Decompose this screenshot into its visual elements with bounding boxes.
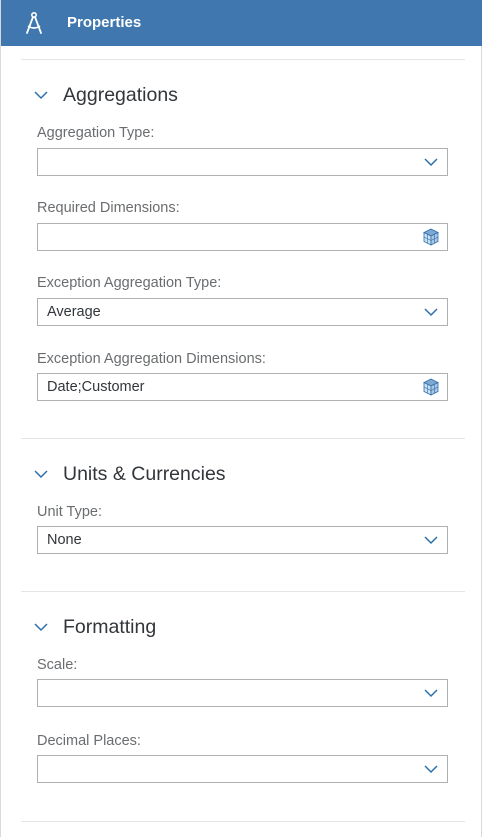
divider bbox=[21, 438, 465, 439]
properties-panel: Properties Aggregations Aggregation Type… bbox=[0, 0, 482, 837]
divider bbox=[21, 59, 465, 60]
panel-title: Properties bbox=[67, 14, 142, 31]
divider bbox=[21, 821, 465, 822]
section-toggle-formatting[interactable]: Formatting bbox=[33, 614, 156, 640]
unit-type-value: None bbox=[47, 532, 82, 548]
aggregation-type-select[interactable] bbox=[37, 148, 448, 176]
section-toggle-units[interactable]: Units & Currencies bbox=[33, 461, 226, 487]
exception-aggregation-type-label: Exception Aggregation Type: bbox=[37, 275, 222, 291]
unit-type-select[interactable]: None bbox=[37, 526, 448, 554]
chevron-down-icon[interactable] bbox=[421, 760, 441, 778]
decimal-places-label: Decimal Places: bbox=[37, 733, 141, 749]
exception-aggregation-dimensions-value: Date;Customer bbox=[47, 379, 145, 395]
scale-select[interactable] bbox=[37, 679, 448, 707]
dimension-cube-icon[interactable] bbox=[421, 378, 441, 396]
exception-aggregation-type-value: Average bbox=[47, 304, 101, 320]
panel-header: Properties bbox=[1, 0, 482, 46]
chevron-down-icon bbox=[34, 623, 48, 632]
decimal-places-select[interactable] bbox=[37, 755, 448, 783]
chevron-down-icon[interactable] bbox=[421, 153, 441, 171]
section-toggle-aggregations[interactable]: Aggregations bbox=[33, 82, 178, 108]
exception-aggregation-type-select[interactable]: Average bbox=[37, 298, 448, 326]
chevron-down-icon[interactable] bbox=[421, 303, 441, 321]
required-dimensions-field[interactable] bbox=[37, 223, 448, 251]
section-title-units: Units & Currencies bbox=[63, 462, 226, 485]
divider bbox=[21, 591, 465, 592]
aggregation-type-label: Aggregation Type: bbox=[37, 125, 155, 141]
exception-aggregation-dimensions-field[interactable]: Date;Customer bbox=[37, 373, 448, 401]
chevron-down-icon bbox=[34, 470, 48, 479]
scale-label: Scale: bbox=[37, 657, 78, 673]
chevron-down-icon bbox=[34, 91, 48, 100]
exception-aggregation-dimensions-label: Exception Aggregation Dimensions: bbox=[37, 351, 266, 367]
chevron-down-icon[interactable] bbox=[421, 684, 441, 702]
dimension-cube-icon[interactable] bbox=[421, 228, 441, 246]
section-title-formatting: Formatting bbox=[63, 615, 157, 638]
chevron-down-icon[interactable] bbox=[421, 531, 441, 549]
unit-type-label: Unit Type: bbox=[37, 504, 103, 520]
section-title-aggregations: Aggregations bbox=[63, 83, 178, 106]
compass-icon bbox=[26, 11, 42, 34]
required-dimensions-label: Required Dimensions: bbox=[37, 200, 180, 216]
